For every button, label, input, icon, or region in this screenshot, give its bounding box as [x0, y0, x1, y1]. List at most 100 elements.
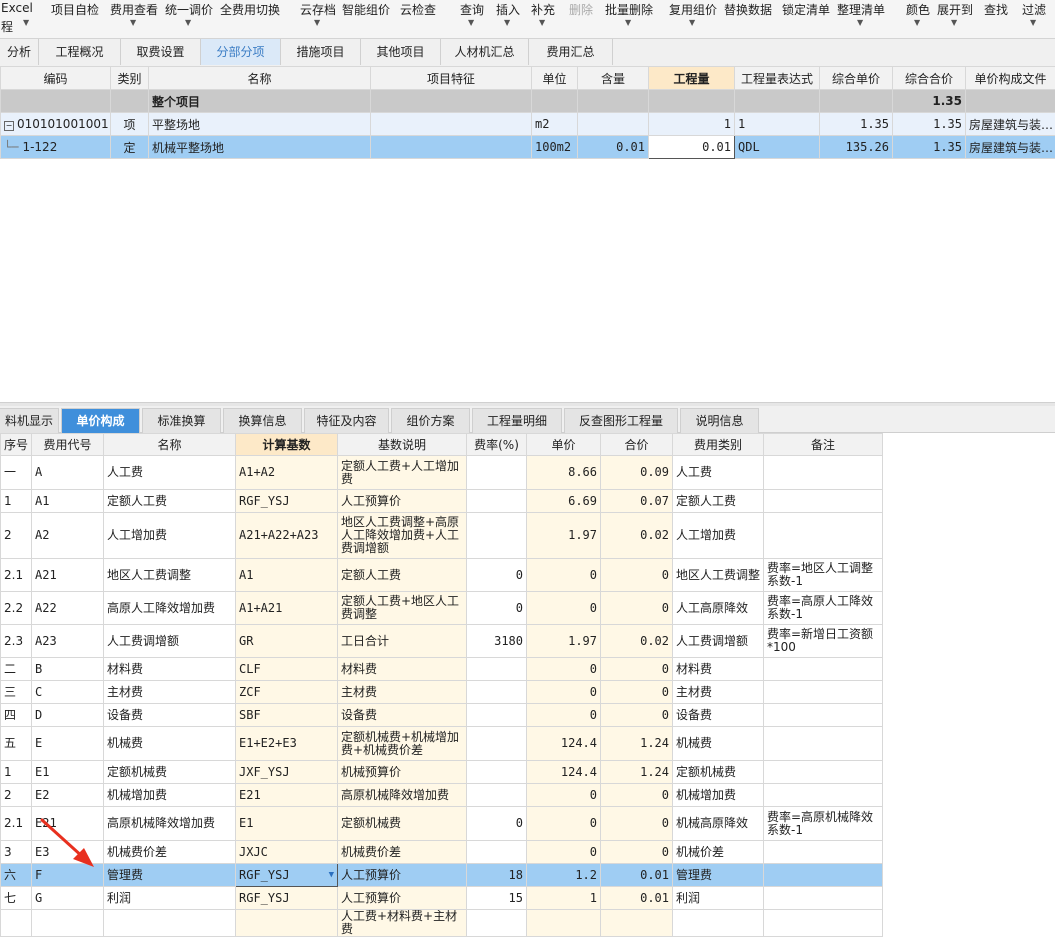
fee-code-cell[interactable]: E1 [32, 761, 104, 784]
tab-analysis[interactable]: 分析 [0, 39, 39, 65]
total-cell[interactable]: 0 [601, 681, 673, 704]
table-row[interactable]: 2A2人工增加费A21+A22+A23地区人工费调整+高原人工降效增加费+人工费… [1, 513, 883, 559]
name-cell[interactable]: 管理费 [104, 864, 236, 887]
base-desc-cell[interactable]: 人工预算价 [338, 490, 467, 513]
rate-cell[interactable] [467, 704, 527, 727]
tab-reverse-lookup-quantity[interactable]: 反查图形工程量 [564, 408, 678, 433]
unit-cell[interactable]: m2 [532, 113, 578, 136]
tab-quantity-detail[interactable]: 工程量明细 [472, 408, 562, 433]
note-cell[interactable] [764, 887, 883, 910]
name-cell[interactable]: 定额人工费 [104, 490, 236, 513]
total-cell[interactable]: 0 [601, 592, 673, 625]
name-cell[interactable]: 机械平整场地 [149, 136, 371, 159]
fee-category-cell[interactable]: 人工高原降效 [673, 592, 764, 625]
seq-cell[interactable]: 1 [1, 761, 32, 784]
fee-code-cell[interactable]: A [32, 456, 104, 490]
name-cell[interactable]: 地区人工费调整 [104, 559, 236, 592]
name-cell[interactable]: 设备费 [104, 704, 236, 727]
total-cell[interactable]: 0 [601, 841, 673, 864]
col-header-note[interactable]: 备注 [764, 434, 883, 456]
col-header-quantity[interactable]: 工程量 [649, 67, 735, 90]
col-header-base-desc[interactable]: 基数说明 [338, 434, 467, 456]
unit-cell[interactable]: 100m2 [532, 136, 578, 159]
tab-project-overview[interactable]: 工程概况 [39, 39, 121, 65]
price-cell[interactable] [527, 910, 601, 937]
note-cell[interactable] [764, 658, 883, 681]
calc-base-cell[interactable]: JXF_YSJ [236, 761, 338, 784]
tab-standard-conversion[interactable]: 标准换算 [142, 408, 221, 433]
quantity-expr-cell[interactable]: 1 [735, 113, 820, 136]
calc-base-cell[interactable]: CLF [236, 658, 338, 681]
total-cell[interactable]: 0 [601, 807, 673, 841]
seq-cell[interactable]: 二 [1, 658, 32, 681]
table-row-summary[interactable]: 整个项目 1.35 [1, 90, 1055, 113]
table-row[interactable]: 四D设备费SBF设备费00设备费 [1, 704, 883, 727]
rate-cell[interactable]: 0 [467, 807, 527, 841]
name-cell[interactable]: 人工增加费 [104, 513, 236, 559]
price-cell[interactable]: 124.4 [527, 761, 601, 784]
calc-base-cell[interactable]: A1+A2 [236, 456, 338, 490]
note-cell[interactable] [764, 456, 883, 490]
total-cell[interactable]: 0.01 [601, 864, 673, 887]
table-row[interactable]: 七G利润RGF_YSJ人工预算价1510.01利润 [1, 887, 883, 910]
price-cell[interactable]: 0 [527, 559, 601, 592]
note-cell[interactable] [764, 681, 883, 704]
fee-category-cell[interactable]: 机械增加费 [673, 784, 764, 807]
col-header-quantity-expr[interactable]: 工程量表达式 [735, 67, 820, 90]
quantity-expr-cell[interactable]: QDL [735, 136, 820, 159]
fee-code-cell[interactable]: A22 [32, 592, 104, 625]
base-desc-cell[interactable]: 主材费 [338, 681, 467, 704]
base-desc-cell[interactable]: 定额人工费 [338, 559, 467, 592]
rate-cell[interactable] [467, 784, 527, 807]
note-cell[interactable]: 费率=高原机械降效系数-1 [764, 807, 883, 841]
total-cell[interactable]: 0 [601, 658, 673, 681]
total-cell[interactable]: 0.01 [601, 887, 673, 910]
table-row[interactable]: 2.2A22高原人工降效增加费A1+A21定额人工费+地区人工费调整000人工高… [1, 592, 883, 625]
name-cell[interactable]: 材料费 [104, 658, 236, 681]
seq-cell[interactable]: 五 [1, 727, 32, 761]
base-desc-cell[interactable]: 材料费 [338, 658, 467, 681]
note-cell[interactable] [764, 761, 883, 784]
table-row[interactable]: 六F管理费▼RGF_YSJ人工预算价181.20.01管理费 [1, 864, 883, 887]
fee-category-cell[interactable]: 人工增加费 [673, 513, 764, 559]
dropdown-caret-icon[interactable]: ▼ [329, 869, 334, 882]
col-header-seq[interactable]: 序号 [1, 434, 32, 456]
fee-code-cell[interactable] [32, 910, 104, 937]
tab-material-display[interactable]: 料机显示 [0, 408, 59, 433]
table-row[interactable]: −010101001001 项 平整场地 m2 1 1 1.35 1.35 房屋… [1, 113, 1055, 136]
col-header-fee-code[interactable]: 费用代号 [32, 434, 104, 456]
base-desc-cell[interactable]: 人工费+材料费+主材费 [338, 910, 467, 937]
table-row[interactable]: 2E2机械增加费E21高原机械降效增加费00机械增加费 [1, 784, 883, 807]
fee-code-cell[interactable]: A1 [32, 490, 104, 513]
fee-category-cell[interactable] [673, 910, 764, 937]
fee-code-cell[interactable]: F [32, 864, 104, 887]
name-cell[interactable]: 机械增加费 [104, 784, 236, 807]
rate-cell[interactable] [467, 658, 527, 681]
seq-cell[interactable]: 六 [1, 864, 32, 887]
fee-code-cell[interactable]: A23 [32, 625, 104, 658]
collapse-icon[interactable]: − [4, 121, 14, 131]
name-cell[interactable] [104, 910, 236, 937]
total-cell[interactable]: 0.09 [601, 456, 673, 490]
fee-category-cell[interactable]: 利润 [673, 887, 764, 910]
price-cell[interactable]: 0 [527, 658, 601, 681]
seq-cell[interactable]: 2.2 [1, 592, 32, 625]
note-cell[interactable]: 费率=地区人工调整系数-1 [764, 559, 883, 592]
note-cell[interactable] [764, 784, 883, 807]
base-desc-cell[interactable]: 人工预算价 [338, 887, 467, 910]
seq-cell[interactable]: 四 [1, 704, 32, 727]
rate-cell[interactable] [467, 490, 527, 513]
base-desc-cell[interactable]: 工日合计 [338, 625, 467, 658]
total-cell[interactable]: 0.07 [601, 490, 673, 513]
name-cell[interactable]: 高原人工降效增加费 [104, 592, 236, 625]
fee-code-cell[interactable]: A21 [32, 559, 104, 592]
col-header-code[interactable]: 编码 [1, 67, 111, 90]
col-header-feature[interactable]: 项目特征 [371, 67, 532, 90]
fee-code-cell[interactable]: C [32, 681, 104, 704]
calc-base-cell[interactable]: ▼RGF_YSJ [236, 864, 338, 887]
col-header-content[interactable]: 含量 [578, 67, 649, 90]
col-header-type[interactable]: 类别 [111, 67, 149, 90]
price-cell[interactable]: 6.69 [527, 490, 601, 513]
fee-code-cell[interactable]: G [32, 887, 104, 910]
price-cell[interactable]: 0 [527, 841, 601, 864]
